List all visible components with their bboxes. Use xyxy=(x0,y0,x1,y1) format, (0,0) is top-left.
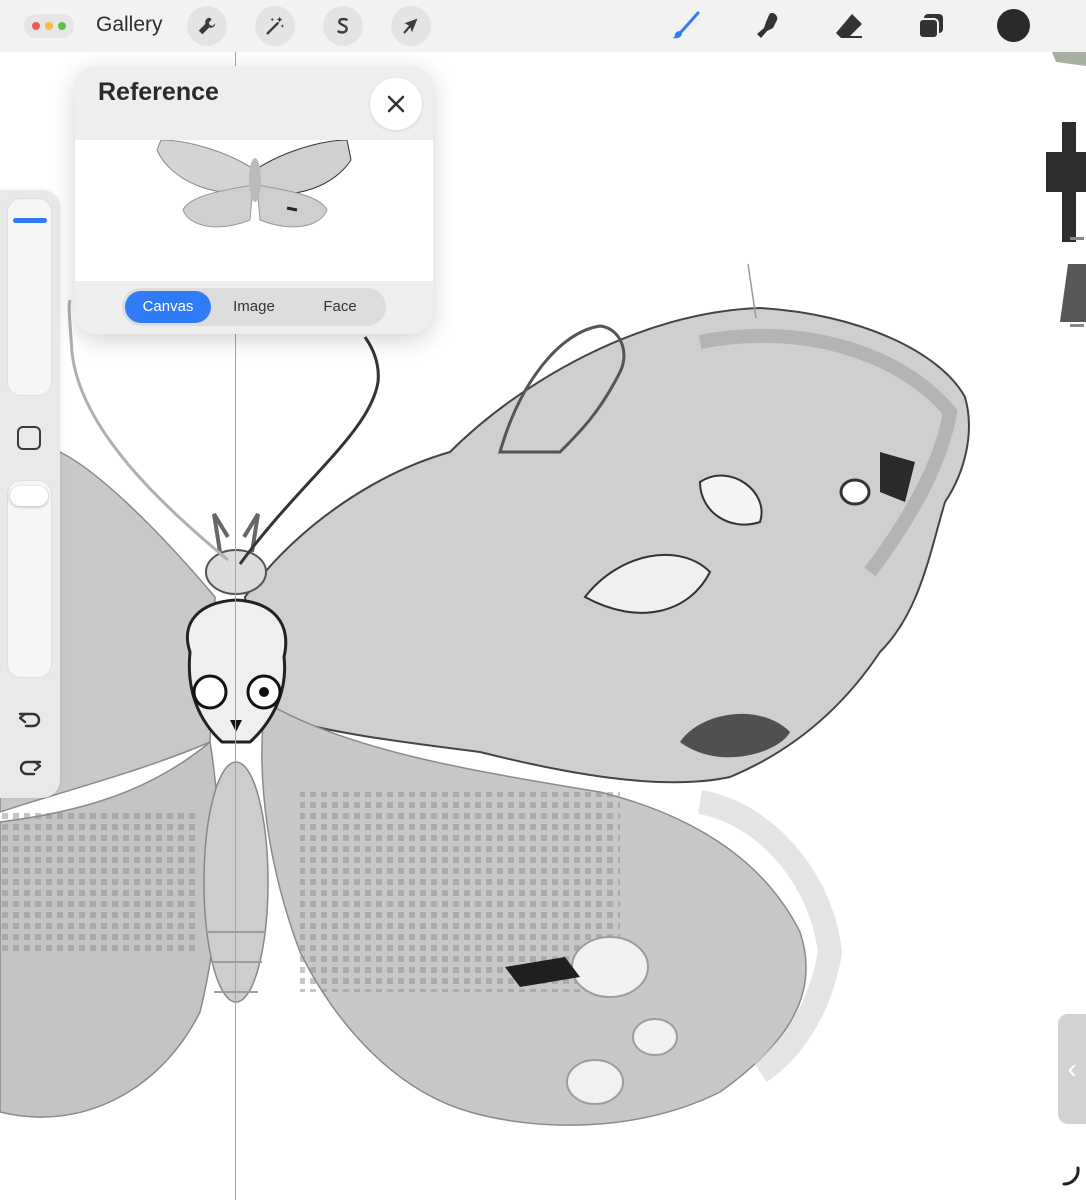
close-reference-button[interactable] xyxy=(370,78,422,130)
minimize-window-dot[interactable] xyxy=(45,22,53,30)
maximize-window-dot[interactable] xyxy=(58,22,66,30)
reference-mode-segmented-control: Canvas Image Face xyxy=(122,288,386,326)
layers-icon[interactable] xyxy=(911,6,951,46)
brush-icon[interactable] xyxy=(665,6,705,46)
magic-wand-icon[interactable] xyxy=(255,6,295,46)
close-window-dot[interactable] xyxy=(32,22,40,30)
reference-title: Reference xyxy=(98,78,219,106)
undo-icon[interactable] xyxy=(16,704,44,732)
close-icon xyxy=(387,95,405,113)
opacity-slider[interactable] xyxy=(7,480,52,678)
wrench-icon[interactable] xyxy=(187,6,227,46)
reference-preview[interactable] xyxy=(75,140,433,281)
redo-icon[interactable] xyxy=(16,752,44,780)
selection-s-icon[interactable] xyxy=(323,6,363,46)
reference-thumbnail-butterfly xyxy=(156,140,352,228)
corner-resize-icon[interactable] xyxy=(1058,1164,1082,1188)
top-toolbar: Gallery xyxy=(0,0,1086,53)
brush-size-slider[interactable] xyxy=(7,198,52,396)
color-picker-swatch[interactable] xyxy=(997,9,1030,42)
modify-square-button[interactable] xyxy=(17,426,41,450)
brush-size-handle[interactable] xyxy=(13,217,47,223)
tab-face[interactable]: Face xyxy=(297,291,383,323)
opacity-handle[interactable] xyxy=(10,486,48,506)
chevron-left-icon[interactable]: ‹ xyxy=(1058,1014,1086,1124)
reference-panel: Reference Canvas Image Face xyxy=(75,66,433,334)
eraser-icon[interactable] xyxy=(829,6,869,46)
left-sidebar xyxy=(0,190,60,798)
tab-canvas[interactable]: Canvas xyxy=(125,291,211,323)
window-controls[interactable] xyxy=(24,14,74,38)
tab-image[interactable]: Image xyxy=(211,291,297,323)
stray-artwork-fragment xyxy=(1046,52,1086,327)
smudge-finger-icon[interactable] xyxy=(747,6,787,46)
arrow-cursor-icon[interactable] xyxy=(391,6,431,46)
gallery-button[interactable]: Gallery xyxy=(96,13,163,37)
